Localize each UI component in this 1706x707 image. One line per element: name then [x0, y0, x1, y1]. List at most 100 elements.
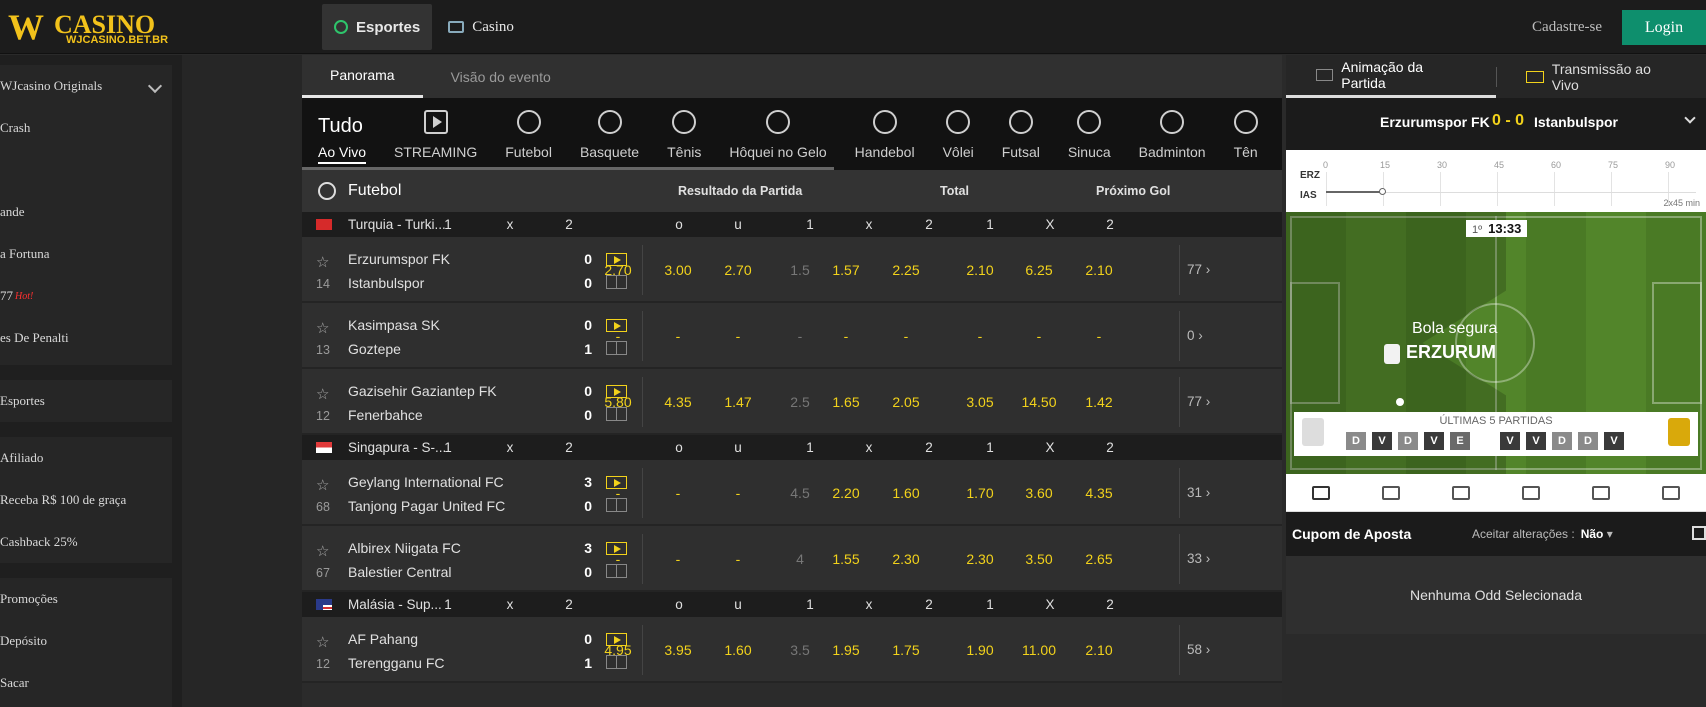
more-markets-link[interactable]: 77 › — [1187, 262, 1210, 277]
odds-button[interactable]: - — [653, 551, 703, 567]
more-markets-link[interactable]: 0 › — [1187, 328, 1203, 343]
live-scoreboard[interactable]: Erzurumspor FK 0 - 0 Istanbulspor — [1286, 98, 1706, 150]
table-icon[interactable] — [1522, 485, 1540, 500]
league-row[interactable]: Turquia - Turki... 1 x 2 o u 1 x 2 1 X 2 — [302, 212, 1282, 237]
odds-button[interactable]: 3.00 — [653, 262, 703, 278]
odds-button[interactable]: 4.95 — [593, 642, 643, 658]
match-row[interactable]: ☆ 68 Geylang International FC Tanjong Pagar… — [302, 460, 1282, 526]
odds-button[interactable]: 4.35 — [653, 394, 703, 410]
tab-transmissao[interactable]: Transmissão ao Vivo — [1496, 55, 1706, 98]
microphone-icon[interactable] — [1592, 485, 1610, 500]
odds-button[interactable]: 1.42 — [1074, 394, 1124, 410]
odds-button[interactable]: 2.70 — [593, 262, 643, 278]
odds-button[interactable]: 11.00 — [1014, 642, 1064, 658]
odds-button[interactable]: 1.90 — [955, 642, 1005, 658]
accept-changes[interactable]: Aceitar alterações : Não ▾ — [1472, 527, 1613, 541]
odds-button[interactable]: 2.65 — [1074, 551, 1124, 567]
odds-button[interactable]: - — [713, 485, 763, 501]
odds-button[interactable]: - — [653, 485, 703, 501]
star-icon[interactable]: ☆ — [316, 385, 329, 403]
sidebar-item-promocoes[interactable]: Promoções — [0, 578, 172, 620]
odds-button[interactable]: 14.50 — [1014, 394, 1064, 410]
filter-basquete[interactable]: Basquete — [566, 98, 653, 170]
chevron-down-icon[interactable] — [1684, 112, 1696, 124]
odds-button[interactable]: - — [593, 485, 643, 501]
tab-esportes[interactable]: Esportes — [322, 4, 433, 50]
filter-badminton[interactable]: Badminton — [1125, 98, 1220, 170]
home-team[interactable]: Erzurumspor FK — [348, 251, 450, 267]
odds-button[interactable]: - — [881, 328, 931, 344]
odds-button[interactable]: 1.75 — [881, 642, 931, 658]
match-row[interactable]: ☆ 13 Kasimpasa SK Goztepe 0 1- - - - - - - - -0 › — [302, 303, 1282, 369]
odds-button[interactable]: 1.57 — [821, 262, 871, 278]
odds-button[interactable]: 1.65 — [821, 394, 871, 410]
odds-button[interactable]: 1.60 — [881, 485, 931, 501]
expand-icon[interactable] — [1692, 526, 1706, 540]
tab-animacao[interactable]: Animação da Partida — [1286, 55, 1496, 98]
odds-button[interactable]: 2.05 — [881, 394, 931, 410]
away-team[interactable]: Fenerbahce — [348, 407, 423, 423]
odds-button[interactable]: - — [1014, 328, 1064, 344]
home-team[interactable]: Albirex Niigata FC — [348, 540, 461, 556]
filter-handebol[interactable]: Handebol — [841, 98, 929, 170]
odds-button[interactable]: 1.95 — [821, 642, 871, 658]
sidebar-item-empty[interactable] — [0, 149, 172, 191]
tab-visao-evento[interactable]: Visão do evento — [423, 55, 579, 98]
register-link[interactable]: Cadastre-se — [1532, 19, 1602, 36]
more-markets-link[interactable]: 77 › — [1187, 394, 1210, 409]
sidebar-item-crash[interactable]: Crash — [0, 107, 172, 149]
sidebar-item-afiliado[interactable]: Afiliado — [0, 437, 172, 479]
tab-casino[interactable]: Casino — [436, 4, 526, 50]
away-team[interactable]: Goztepe — [348, 341, 401, 357]
sidebar-item-deposito[interactable]: Depósito — [0, 620, 172, 662]
away-team[interactable]: Istanbulspor — [348, 275, 424, 291]
odds-button[interactable]: - — [1074, 328, 1124, 344]
sidebar-item-receba[interactable]: Receba R$ 100 de graça — [0, 479, 172, 521]
odds-button[interactable]: - — [955, 328, 1005, 344]
sidebar-item-ande[interactable]: ande — [0, 191, 172, 233]
filter-sinuca[interactable]: Sinuca — [1054, 98, 1125, 170]
filter-volei[interactable]: Vôlei — [929, 98, 988, 170]
odds-button[interactable]: 3.60 — [1014, 485, 1064, 501]
odds-button[interactable]: 1.60 — [713, 642, 763, 658]
odds-button[interactable]: 5.80 — [593, 394, 643, 410]
odds-button[interactable]: 2.20 — [821, 485, 871, 501]
wjcasino-logo[interactable]: W CASINO WJCASINO.BET.BR — [8, 6, 168, 48]
filter-futsal[interactable]: Futsal — [988, 98, 1054, 170]
filter-tenis-mesa[interactable]: Tên — [1220, 98, 1272, 170]
more-markets-link[interactable]: 33 › — [1187, 551, 1210, 566]
star-icon[interactable]: ☆ — [316, 253, 329, 271]
tab-panorama[interactable]: Panorama — [302, 55, 423, 98]
odds-button[interactable]: 1.70 — [955, 485, 1005, 501]
odds-button[interactable]: 2.10 — [955, 262, 1005, 278]
stats-chart-icon[interactable] — [1382, 485, 1400, 500]
home-team[interactable]: AF Pahang — [348, 631, 418, 647]
pitch-view-icon[interactable] — [1312, 485, 1330, 500]
odds-button[interactable]: 3.95 — [653, 642, 703, 658]
away-team[interactable]: Balestier Central — [348, 564, 452, 580]
odds-button[interactable]: 6.25 — [1014, 262, 1064, 278]
sidebar-item-77[interactable]: 77 Hot! — [0, 275, 172, 317]
match-row[interactable]: ☆ 12 AF Pahang Terengganu FC 0 1 4.95 3.95 1.60 3… — [302, 617, 1282, 683]
odds-button[interactable]: 3.05 — [955, 394, 1005, 410]
sidebar-item-originals[interactable]: WJcasino Originals — [0, 65, 172, 107]
league-row[interactable]: Singapura - S-... 1 x 2 o u 1 x 2 1 X 2 — [302, 435, 1282, 460]
more-markets-link[interactable]: 31 › — [1187, 485, 1210, 500]
odds-button[interactable]: 2.25 — [881, 262, 931, 278]
sidebar-item-esportes[interactable]: Esportes — [0, 380, 172, 422]
odds-button[interactable]: 2.70 — [713, 262, 763, 278]
odds-button[interactable]: - — [713, 551, 763, 567]
sidebar-item-sacar[interactable]: Sacar — [0, 662, 172, 704]
away-team[interactable]: Terengganu FC — [348, 655, 445, 671]
odds-button[interactable]: - — [653, 328, 703, 344]
filter-hoquei[interactable]: Hôquei no Gelo — [715, 98, 840, 170]
odds-button[interactable]: 2.30 — [955, 551, 1005, 567]
star-icon[interactable]: ☆ — [316, 542, 329, 560]
away-team[interactable]: Tanjong Pagar United FC — [348, 498, 505, 514]
sidebar-item-cashback[interactable]: Cashback 25% — [0, 521, 172, 563]
filter-streaming[interactable]: STREAMING — [380, 98, 491, 170]
filter-tenis[interactable]: Tênis — [653, 98, 715, 170]
star-icon[interactable]: ☆ — [316, 319, 329, 337]
odds-button[interactable]: - — [593, 328, 643, 344]
odds-button[interactable]: - — [821, 328, 871, 344]
